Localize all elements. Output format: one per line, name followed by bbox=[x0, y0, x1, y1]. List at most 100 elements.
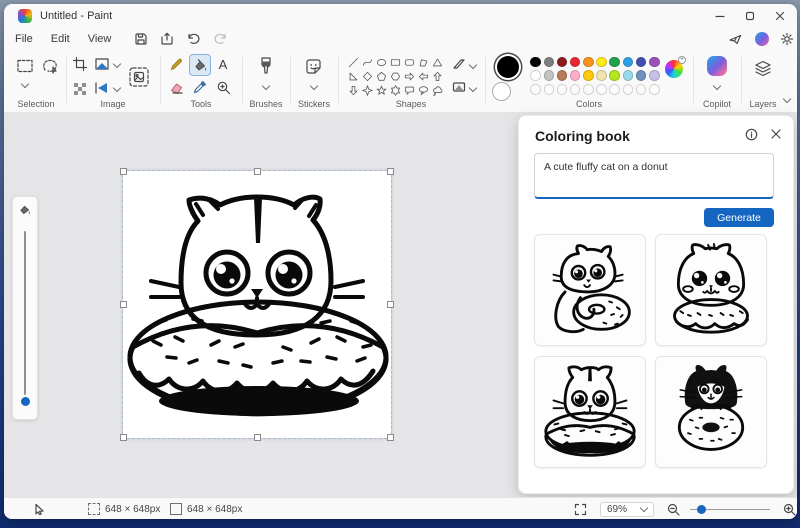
prompt-input[interactable]: A cute fluffy cat on a donut bbox=[534, 153, 774, 199]
color-swatch[interactable] bbox=[556, 70, 568, 81]
selection-handle[interactable] bbox=[254, 434, 261, 441]
color-swatch[interactable] bbox=[649, 56, 660, 68]
selection-handle[interactable] bbox=[387, 168, 394, 175]
shape-outline-chevron[interactable] bbox=[468, 60, 478, 70]
fill-tool[interactable] bbox=[189, 54, 211, 76]
shape-line-icon[interactable] bbox=[346, 55, 360, 69]
color-swatch[interactable] bbox=[543, 70, 555, 81]
shape-cloud-callout-icon[interactable] bbox=[430, 83, 444, 97]
zoom-level-dropdown[interactable]: 69% bbox=[600, 501, 654, 517]
shape-star-5-icon[interactable] bbox=[374, 83, 388, 97]
empty-color-slot[interactable] bbox=[543, 84, 555, 95]
brush-icon[interactable] bbox=[257, 56, 275, 76]
color-swatch[interactable] bbox=[609, 70, 620, 81]
shape-star-4-icon[interactable] bbox=[360, 83, 374, 97]
empty-color-slot[interactable] bbox=[649, 84, 660, 95]
selection-handle[interactable] bbox=[120, 168, 127, 175]
color-swatch[interactable] bbox=[530, 70, 541, 81]
shape-arrow-up-icon[interactable] bbox=[430, 69, 444, 83]
maximize-button[interactable] bbox=[735, 4, 765, 28]
shape-curve-icon[interactable] bbox=[360, 55, 374, 69]
empty-color-slot[interactable] bbox=[635, 84, 647, 95]
empty-color-slot[interactable] bbox=[530, 84, 541, 95]
selection-handle[interactable] bbox=[120, 434, 127, 441]
thumbnail-cat-hugging-donut[interactable] bbox=[534, 234, 646, 346]
shape-arrow-down-icon[interactable] bbox=[346, 83, 360, 97]
selection-handle[interactable] bbox=[254, 168, 261, 175]
color-swatch[interactable] bbox=[530, 56, 541, 68]
shape-outline-icon[interactable] bbox=[452, 58, 466, 70]
empty-color-slot[interactable] bbox=[622, 84, 634, 95]
shape-oval-icon[interactable] bbox=[374, 55, 388, 69]
menu-edit[interactable]: Edit bbox=[44, 31, 77, 47]
generate-button[interactable]: Generate bbox=[704, 208, 774, 227]
size-slider-track[interactable] bbox=[24, 231, 26, 395]
color-swatch[interactable] bbox=[635, 70, 647, 81]
flip-dropdown-chevron[interactable] bbox=[112, 83, 122, 93]
flip-rotate-icon[interactable] bbox=[94, 80, 110, 96]
shape-diamond-icon[interactable] bbox=[360, 69, 374, 83]
empty-color-slot[interactable] bbox=[596, 84, 607, 95]
fit-to-screen-button[interactable] bbox=[574, 498, 587, 519]
background-removal-icon[interactable] bbox=[128, 66, 150, 88]
copilot-menubar-icon[interactable] bbox=[755, 32, 769, 46]
foreground-color-swatch[interactable] bbox=[497, 56, 519, 78]
info-icon[interactable] bbox=[745, 128, 758, 141]
color-swatch[interactable] bbox=[649, 70, 660, 81]
size-slider-thumb[interactable] bbox=[20, 397, 30, 406]
save-icon[interactable] bbox=[134, 32, 148, 46]
free-form-select-icon[interactable] bbox=[41, 58, 59, 74]
layers-icon[interactable] bbox=[753, 59, 773, 79]
shape-callout-rounded-icon[interactable] bbox=[402, 83, 416, 97]
color-swatch[interactable] bbox=[569, 56, 581, 68]
rectangle-select-icon[interactable] bbox=[16, 58, 34, 74]
pencil-tool[interactable] bbox=[166, 54, 186, 74]
send-feedback-icon[interactable] bbox=[728, 32, 743, 46]
thumbnail-cat-in-sprinkle-donut[interactable] bbox=[534, 356, 646, 468]
color-picker-tool[interactable] bbox=[189, 77, 209, 97]
undo-icon[interactable] bbox=[186, 32, 201, 46]
color-swatch[interactable] bbox=[596, 56, 607, 68]
color-swatch[interactable] bbox=[543, 56, 555, 68]
selection-handle[interactable] bbox=[387, 434, 394, 441]
sticker-icon[interactable] bbox=[304, 57, 323, 76]
shape-rectangle-icon[interactable] bbox=[388, 55, 402, 69]
settings-gear-icon[interactable] bbox=[780, 32, 794, 46]
close-button[interactable] bbox=[765, 4, 795, 28]
color-swatch[interactable] bbox=[635, 56, 647, 68]
brushes-dropdown-chevron[interactable] bbox=[261, 81, 271, 91]
shape-right-triangle-icon[interactable] bbox=[346, 69, 360, 83]
magnifier-tool[interactable] bbox=[213, 77, 233, 97]
copilot-dropdown-chevron[interactable] bbox=[712, 81, 722, 91]
collapse-ribbon-chevron[interactable] bbox=[782, 94, 792, 104]
menu-view[interactable]: View bbox=[81, 31, 119, 47]
color-swatch[interactable] bbox=[609, 56, 620, 68]
shape-arrow-right-icon[interactable] bbox=[402, 69, 416, 83]
shape-arrow-left-icon[interactable] bbox=[416, 69, 430, 83]
shape-polygon-icon[interactable] bbox=[416, 55, 430, 69]
shape-hexagon-icon[interactable] bbox=[388, 69, 402, 83]
selection-handle[interactable] bbox=[120, 301, 127, 308]
thumbnail-fluffy-cat-on-donut[interactable] bbox=[655, 234, 767, 346]
selection-handle[interactable] bbox=[387, 301, 394, 308]
shape-rounded-rectangle-icon[interactable] bbox=[402, 55, 416, 69]
resize-icon[interactable] bbox=[94, 56, 110, 72]
color-swatch[interactable] bbox=[556, 56, 568, 68]
color-swatch[interactable] bbox=[596, 70, 607, 81]
shape-fill-chevron[interactable] bbox=[468, 83, 478, 93]
shape-callout-oval-icon[interactable] bbox=[416, 83, 430, 97]
shape-star-6-icon[interactable] bbox=[388, 83, 402, 97]
color-swatch[interactable] bbox=[583, 70, 594, 81]
zoom-out-button[interactable] bbox=[667, 498, 680, 519]
shape-triangle-icon[interactable] bbox=[430, 55, 444, 69]
thumbnail-tuxedo-cat-behind-donut[interactable] bbox=[655, 356, 767, 468]
color-swatch[interactable] bbox=[622, 56, 634, 68]
resize-dropdown-chevron[interactable] bbox=[112, 59, 122, 69]
color-swatch[interactable] bbox=[583, 56, 594, 68]
zoom-in-button[interactable] bbox=[783, 498, 796, 519]
stickers-dropdown-chevron[interactable] bbox=[309, 81, 319, 91]
empty-color-slot[interactable] bbox=[583, 84, 594, 95]
remove-background-icon[interactable] bbox=[72, 80, 88, 96]
selection-dropdown-chevron[interactable] bbox=[20, 79, 30, 89]
shape-pentagon-icon[interactable] bbox=[374, 69, 388, 83]
